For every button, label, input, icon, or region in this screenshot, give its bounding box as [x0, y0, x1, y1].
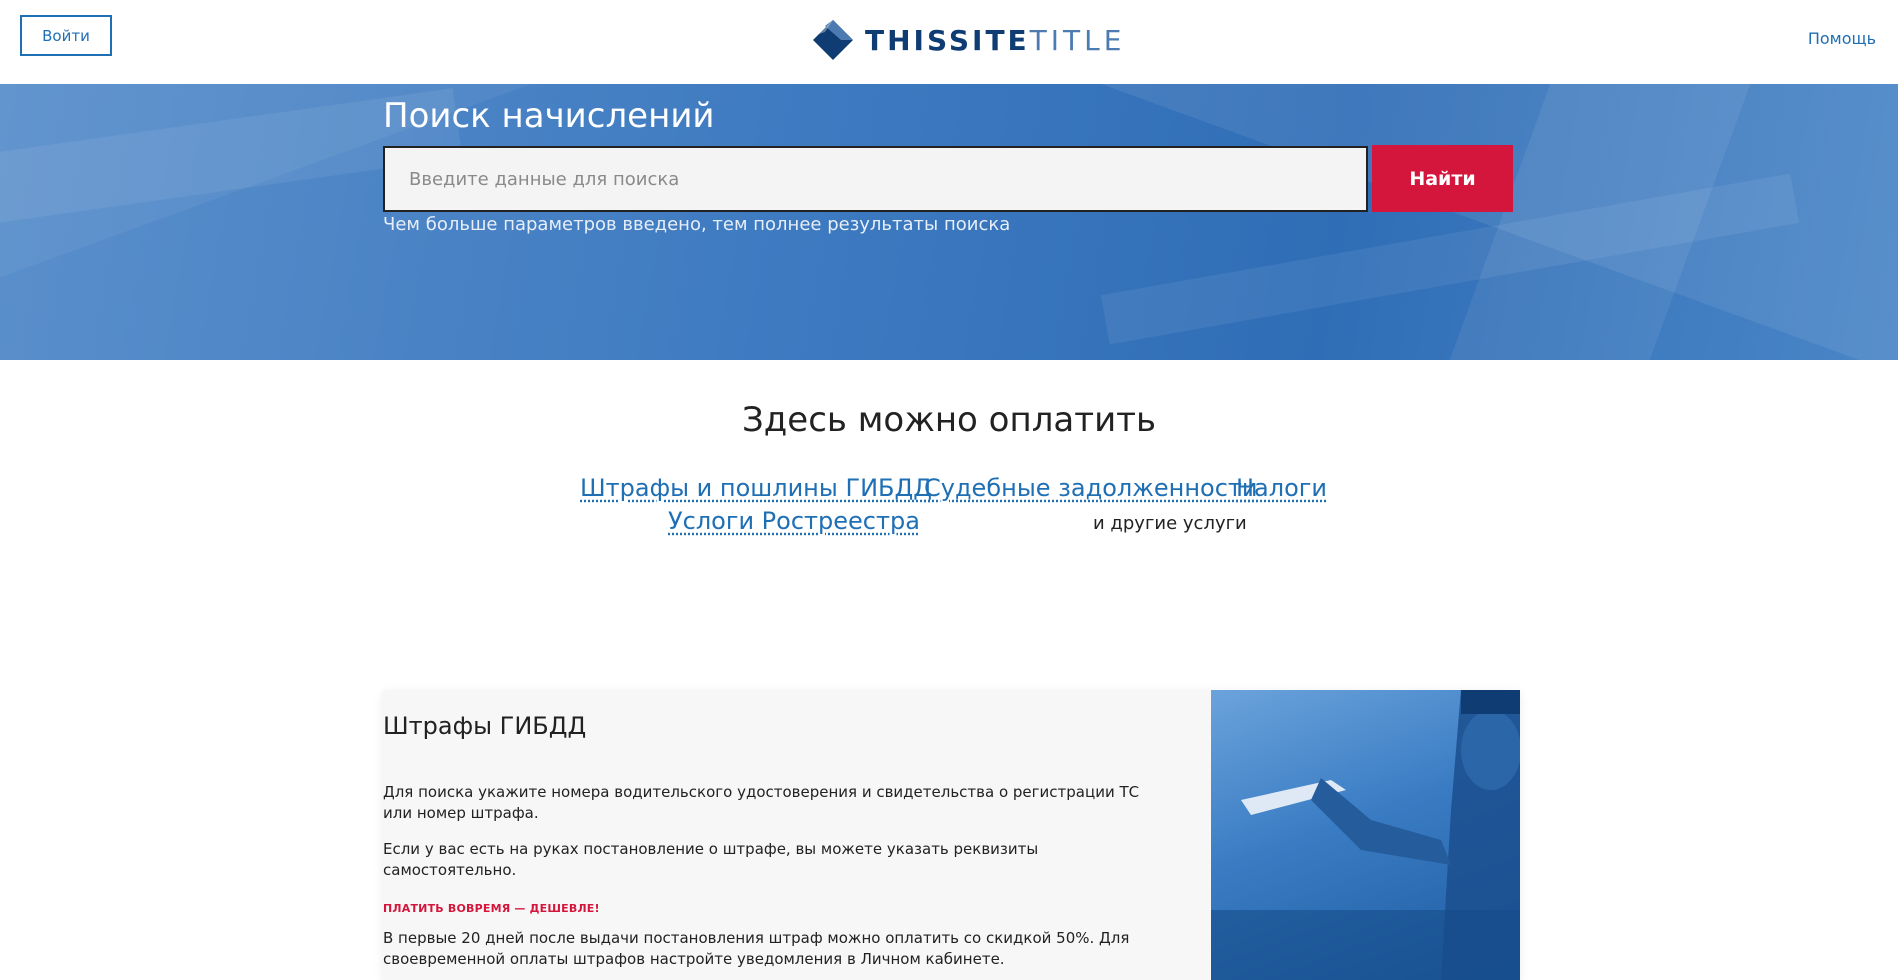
pay-other-services: и другие услуги [1093, 513, 1247, 534]
search-button[interactable]: Найти [1372, 145, 1513, 212]
pay-link-court[interactable]: Судебные задолженности [924, 474, 1257, 502]
site-logo[interactable]: THISSITETITLE [811, 18, 1125, 62]
logo-text: THISSITETITLE [865, 24, 1125, 57]
card-paragraph: Для поиска укажите номера водительского … [383, 783, 1140, 822]
pay-link-rosreestr[interactable]: Услоги Рострeестра [668, 507, 920, 535]
card-paragraph: Если у вас есть на руках постановление о… [383, 840, 1039, 879]
search-hint: Чем больше параметров введено, тем полне… [383, 214, 1011, 235]
help-link[interactable]: Помощь [1808, 29, 1876, 48]
card-alert: ПЛАТИТЬ ВОВРЕМЯ — ДЕШЕВЛЕ! [383, 902, 600, 915]
logo-text-part3: TITLE [1029, 23, 1126, 57]
traffic-officer-image [1211, 690, 1520, 980]
logo-text-part1: THIS [865, 23, 949, 57]
gibdd-fines-card: Штрафы ГИБДД Для поиска укажите номера в… [383, 690, 1520, 980]
logo-text-part2: SITE [948, 23, 1030, 57]
site-header: Войти THISSITETITLE Помощь [0, 0, 1898, 84]
login-button[interactable]: Войти [20, 15, 112, 56]
search-input[interactable] [383, 146, 1368, 212]
pay-link-taxes[interactable]: Налоги [1236, 474, 1327, 502]
pay-section-title: Здесь можно оплатить [741, 400, 1157, 440]
search-hero: Поиск начислений Найти Чем больше параме… [0, 84, 1898, 360]
card-discount-text: В первые 20 дней после выдачи постановле… [383, 929, 1130, 968]
card-title: Штрафы ГИБДД [383, 712, 587, 740]
hero-title: Поиск начислений [383, 96, 715, 136]
officer-illustration [1211, 690, 1520, 980]
logo-mark-icon [813, 20, 853, 60]
pay-link-gibdd[interactable]: Штрафы и пошлины ГИБДД [580, 474, 932, 502]
